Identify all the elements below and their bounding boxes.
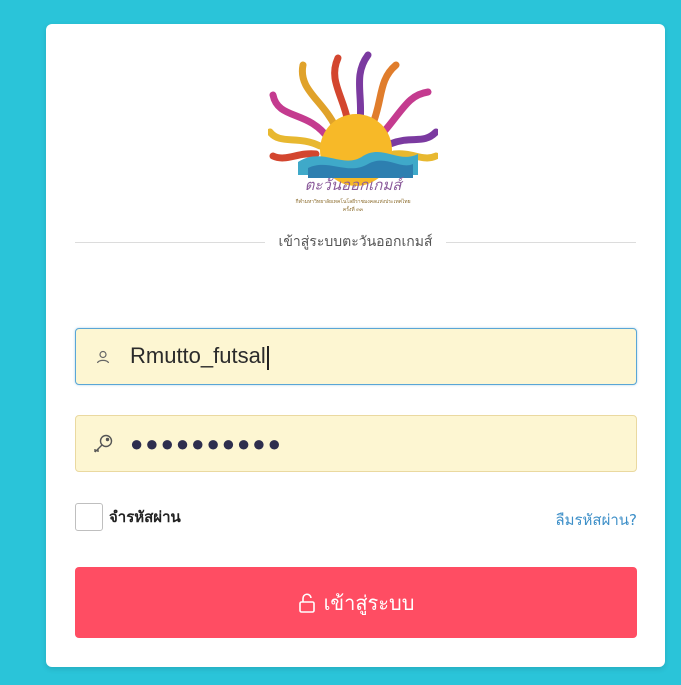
user-icon xyxy=(76,350,130,364)
logo-edition: ครั้งที่ ๓๓ xyxy=(342,207,364,213)
login-divider: เข้าสู่ระบบตะวันออกเกมส์ xyxy=(75,230,637,254)
login-button[interactable]: เข้าสู่ระบบ xyxy=(75,567,637,638)
remember-me[interactable]: จำรหัสผ่าน xyxy=(75,503,181,531)
text-caret xyxy=(266,345,269,370)
logo-subtitle: กีฬามหาวิทยาลัยเทคโนโลยีราชมงคลแห่งประเท… xyxy=(295,199,411,205)
svg-text:ตะวันออกเกมส์: ตะวันออกเกมส์ xyxy=(305,176,405,194)
remember-checkbox[interactable] xyxy=(75,503,103,531)
login-button-label: เข้าสู่ระบบ xyxy=(323,592,415,615)
logo: ตะวันออกเกมส์ กีฬามหาวิทยาลัยเทคโนโลยีรา… xyxy=(266,50,440,213)
forgot-password-link[interactable]: ลืมรหัสผ่าน? xyxy=(555,508,637,532)
password-value[interactable]: ●●●●●●●●●● xyxy=(130,431,283,457)
username-value[interactable]: Rmutto_futsal xyxy=(130,343,269,370)
remember-label[interactable]: จำรหัสผ่าน xyxy=(109,505,181,529)
username-field[interactable]: Rmutto_futsal xyxy=(75,328,637,385)
password-field[interactable]: ●●●●●●●●●● xyxy=(75,415,637,472)
login-heading: เข้าสู่ระบบตะวันออกเกมส์ xyxy=(278,234,433,250)
key-icon xyxy=(76,433,130,455)
divider-line-left xyxy=(75,241,265,243)
login-card: ตะวันออกเกมส์ กีฬามหาวิทยาลัยเทคโนโลยีรา… xyxy=(46,24,665,667)
sun-logo-icon: ตะวันออกเกมส์ xyxy=(266,51,440,194)
divider-line-right xyxy=(446,241,637,243)
unlock-icon xyxy=(298,592,316,613)
